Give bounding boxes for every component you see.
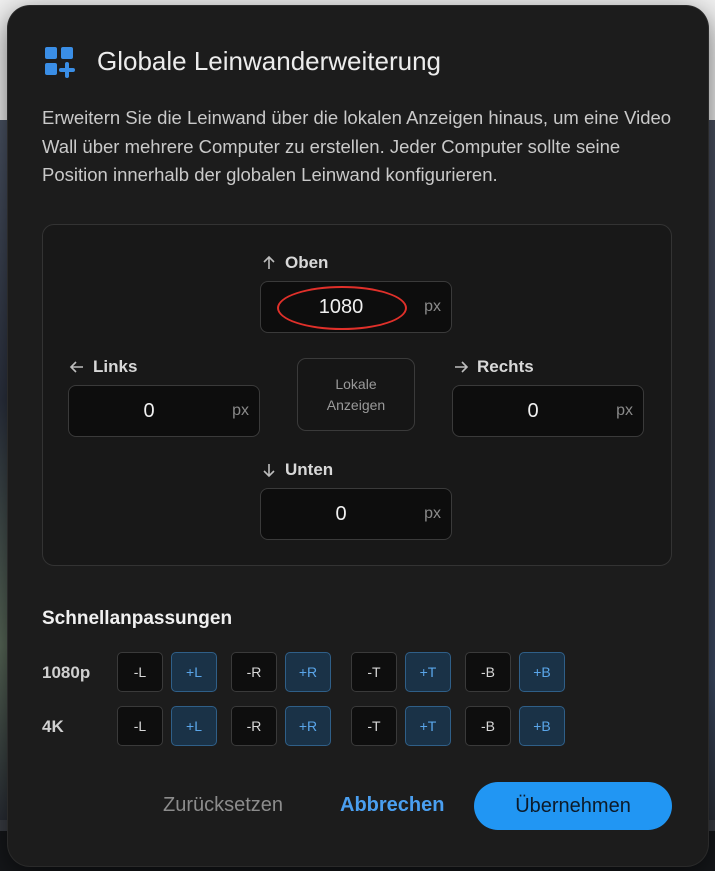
quick-1080p-minus-right-button[interactable]: -R	[231, 652, 277, 692]
right-label: Rechts	[453, 357, 534, 377]
quick-1080p-minus-left-button[interactable]: -L	[117, 652, 163, 692]
quick-row-label-1080p: 1080p	[42, 663, 91, 682]
right-input[interactable]: 0 px	[452, 385, 644, 437]
left-input[interactable]: 0 px	[68, 385, 260, 437]
arrow-right-icon	[455, 361, 469, 373]
quick-4k-minus-top-button[interactable]: -T	[351, 706, 397, 746]
quick-1080p-minus-bottom-button[interactable]: -B	[465, 652, 511, 692]
bottom-input[interactable]: 0 px	[260, 488, 452, 540]
reset-button[interactable]: Zurücksetzen	[163, 794, 283, 817]
arrow-left-icon	[69, 361, 83, 373]
quick-row-label-4k: 4K	[42, 717, 64, 736]
quick-4k-minus-bottom-button[interactable]: -B	[465, 706, 511, 746]
grid-plus-icon	[45, 46, 75, 78]
apply-button[interactable]: Übernehmen	[474, 782, 672, 830]
quick-4k-plus-right-button[interactable]: +R	[285, 706, 331, 746]
canvas-extension-dialog: Globale Leinwanderweiterung Erweitern Si…	[8, 6, 708, 866]
quick-4k-minus-right-button[interactable]: -R	[231, 706, 277, 746]
bottom-label: Unten	[261, 460, 333, 480]
quick-4k-plus-top-button[interactable]: +T	[405, 706, 451, 746]
local-displays-box: Lokale Anzeigen	[297, 358, 415, 431]
extension-panel: Oben 1080 px Links 0 px Lokale Anzeigen	[42, 224, 672, 566]
quick-1080p-minus-top-button[interactable]: -T	[351, 652, 397, 692]
arrow-up-icon	[263, 255, 275, 269]
top-input[interactable]: 1080 px	[260, 281, 452, 333]
top-label: Oben	[261, 253, 328, 273]
dialog-description: Erweitern Sie die Leinwand über die loka…	[42, 107, 672, 185]
arrow-down-icon	[263, 464, 275, 478]
quick-1080p-plus-left-button[interactable]: +L	[171, 652, 217, 692]
quick-4k-minus-left-button[interactable]: -L	[117, 706, 163, 746]
cancel-button[interactable]: Abbrechen	[340, 794, 444, 817]
quick-1080p-plus-bottom-button[interactable]: +B	[519, 652, 565, 692]
quick-1080p-plus-right-button[interactable]: +R	[285, 652, 331, 692]
left-label: Links	[69, 357, 137, 377]
quick-adjust-title: Schnellanpassungen	[42, 608, 233, 629]
quick-1080p-plus-top-button[interactable]: +T	[405, 652, 451, 692]
dialog-header: Globale Leinwanderweiterung	[45, 46, 442, 78]
quick-4k-plus-bottom-button[interactable]: +B	[519, 706, 565, 746]
dialog-title: Globale Leinwanderweiterung	[97, 46, 442, 76]
quick-4k-plus-left-button[interactable]: +L	[171, 706, 217, 746]
